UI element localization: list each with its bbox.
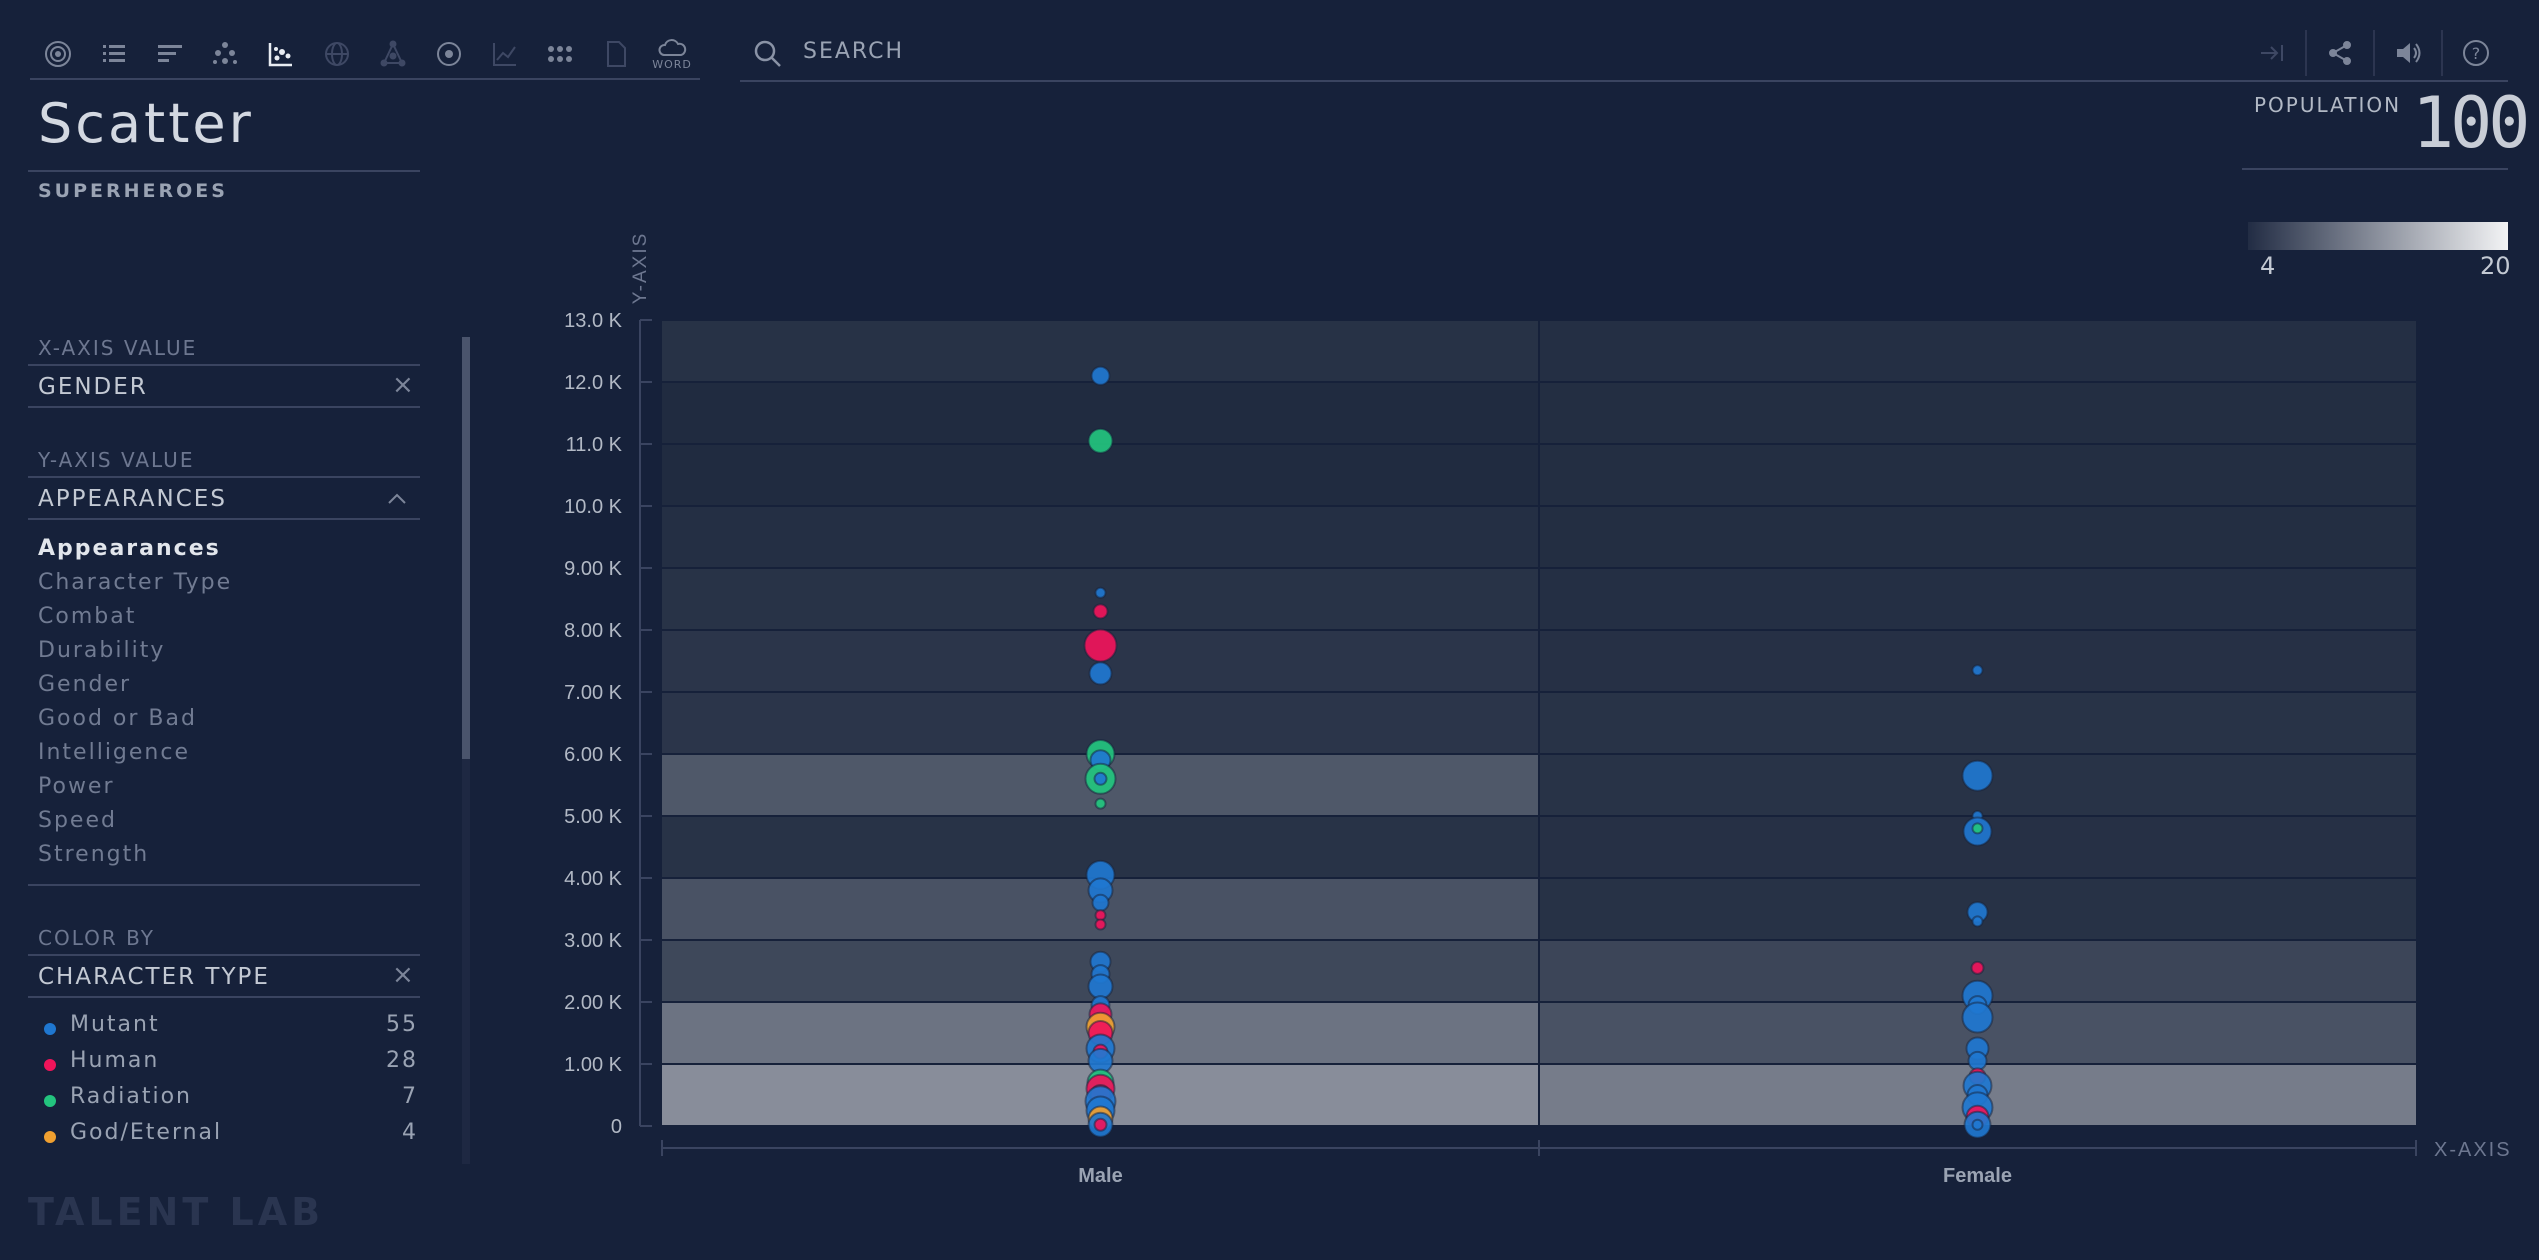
- density-cell: [1539, 568, 2416, 630]
- density-cell: [1539, 506, 2416, 568]
- y-tick-label: 2.00 K: [564, 992, 622, 1014]
- x-tick-label: Female: [1943, 1165, 2012, 1187]
- data-point: [1971, 915, 1984, 928]
- data-point: [1094, 797, 1107, 810]
- y-tick-label: 10.0 K: [564, 496, 622, 518]
- y-tick-label: 1.00 K: [564, 1054, 622, 1076]
- data-point: [1094, 586, 1107, 599]
- y-tick-label: 0: [611, 1116, 622, 1138]
- data-point: [1093, 771, 1108, 786]
- x-tick-label: Male: [1078, 1165, 1122, 1187]
- data-point: [1094, 918, 1107, 931]
- density-cell: [1539, 382, 2416, 444]
- data-point: [1967, 1050, 1988, 1071]
- data-point: [1970, 960, 1985, 975]
- y-tick-label: 11.0 K: [566, 434, 623, 456]
- data-point: [1087, 427, 1114, 454]
- data-point: [1083, 628, 1118, 663]
- x-axis-title: X-AXIS: [2434, 1139, 2512, 1161]
- y-tick-label: 8.00 K: [564, 620, 622, 642]
- data-point: [1087, 973, 1114, 1000]
- y-axis-title: Y-AXIS: [630, 232, 651, 305]
- data-point: [1961, 1001, 1994, 1034]
- y-tick-label: 13.0 K: [564, 310, 622, 332]
- y-tick-label: 7.00 K: [564, 682, 622, 704]
- data-point: [1971, 664, 1984, 677]
- density-cell: [662, 506, 1539, 568]
- data-point: [1971, 822, 1984, 835]
- density-cell: [662, 568, 1539, 630]
- y-tick-label: 9.00 K: [564, 558, 622, 580]
- y-tick-label: 3.00 K: [564, 930, 622, 952]
- y-tick-label: 5.00 K: [564, 806, 622, 828]
- y-tick-label: 4.00 K: [564, 868, 622, 890]
- density-cell: [1539, 320, 2416, 382]
- density-cell: [1539, 444, 2416, 506]
- data-point: [1090, 365, 1111, 386]
- density-cell: [1539, 692, 2416, 754]
- data-point: [1971, 1118, 1984, 1131]
- data-point: [1088, 661, 1113, 686]
- y-tick-label: 6.00 K: [564, 744, 622, 766]
- y-tick-label: 12.0 K: [564, 372, 622, 394]
- data-point: [1093, 1117, 1108, 1132]
- data-point: [1091, 893, 1110, 912]
- density-cell: [1539, 630, 2416, 692]
- data-point: [1961, 759, 1994, 792]
- scatter-chart: 0 1.00 K 2.00 K 3.00 K 4.00 K 5.00 K 6.00 K 7.0…: [564, 232, 2512, 1187]
- data-point: [1092, 603, 1109, 620]
